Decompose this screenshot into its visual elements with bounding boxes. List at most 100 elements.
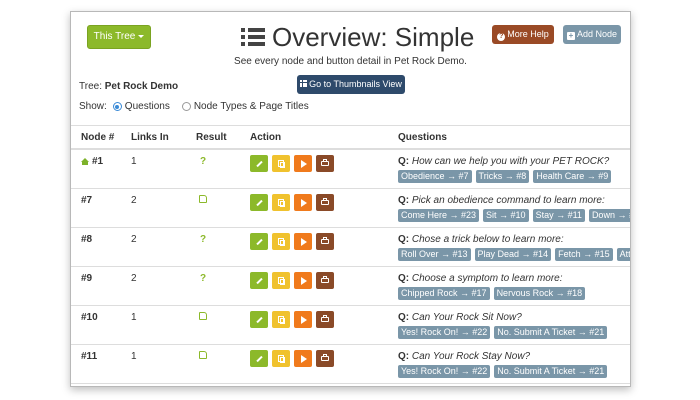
answer-option-button[interactable]: Stay → #11 bbox=[532, 209, 585, 222]
links-in-cell: 2 bbox=[131, 227, 196, 267]
print-icon bbox=[321, 237, 329, 244]
answer-option-button[interactable]: Nervous Rock → #18 bbox=[493, 287, 586, 300]
answer-option-button[interactable]: No. Submit A Ticket → #21 bbox=[494, 365, 608, 378]
show-toggle: Show: Questions Node Types & Page Titles bbox=[79, 101, 309, 112]
print-button[interactable] bbox=[316, 194, 334, 211]
print-icon bbox=[321, 276, 329, 283]
result-cell: ? bbox=[196, 227, 250, 267]
edit-button[interactable] bbox=[250, 155, 268, 172]
answer-option-button[interactable]: Yes! Rock On! → #22 bbox=[398, 326, 491, 339]
links-in-value: 1 bbox=[131, 312, 137, 323]
radio-questions[interactable] bbox=[112, 102, 122, 111]
answer-option-button[interactable]: Yes! Rock On! → #22 bbox=[398, 365, 491, 378]
answer-option-button[interactable]: Come Here → #23 bbox=[398, 209, 480, 222]
radio-node-types[interactable] bbox=[181, 102, 191, 111]
node-id[interactable]: #8 bbox=[81, 234, 92, 245]
copy-icon bbox=[278, 316, 285, 324]
play-button[interactable] bbox=[294, 350, 312, 367]
col-links-in: Links In bbox=[131, 125, 196, 150]
node-id[interactable]: #1 bbox=[92, 156, 103, 167]
print-button[interactable] bbox=[316, 233, 334, 250]
table-row: #11 1 Q: Can Your Rock Stay Now? Yes! Rock … bbox=[71, 344, 630, 384]
node-cell: #8 bbox=[71, 227, 131, 267]
edit-button[interactable] bbox=[250, 272, 268, 289]
copy-button[interactable] bbox=[272, 272, 290, 289]
play-button[interactable] bbox=[294, 272, 312, 289]
add-node-button[interactable]: + Add Node bbox=[563, 25, 621, 44]
grid-icon bbox=[300, 80, 308, 87]
this-tree-dropdown[interactable]: This Tree bbox=[87, 25, 151, 49]
radio-node-types-label[interactable]: Node Types & Page Titles bbox=[194, 101, 309, 112]
more-help-button[interactable]: ? More Help bbox=[492, 25, 554, 44]
print-button[interactable] bbox=[316, 311, 334, 328]
print-button[interactable] bbox=[316, 155, 334, 172]
node-id[interactable]: #10 bbox=[81, 312, 98, 323]
links-in-cell: 1 bbox=[131, 344, 196, 384]
tree-label-value: Pet Rock Demo bbox=[104, 81, 179, 92]
copy-button[interactable] bbox=[272, 155, 290, 172]
show-label: Show: bbox=[79, 101, 107, 112]
copy-button[interactable] bbox=[272, 350, 290, 367]
print-button[interactable] bbox=[316, 350, 334, 367]
thumbnails-view-label: Go to Thumbnails View bbox=[309, 79, 402, 89]
edit-button[interactable] bbox=[250, 194, 268, 211]
node-id[interactable]: #7 bbox=[81, 195, 92, 206]
node-id[interactable]: #9 bbox=[81, 273, 92, 284]
answer-option-button[interactable]: Roll Over → #13 bbox=[398, 248, 471, 261]
answer-option-button[interactable]: Play Dead → #14 bbox=[474, 248, 552, 261]
copy-icon bbox=[278, 199, 285, 207]
question-prefix: Q: bbox=[398, 195, 410, 206]
action-cell bbox=[250, 344, 398, 384]
table-row: #9 2? Q: Choose a symptom to learn more: Ch… bbox=[71, 266, 630, 306]
links-in-value: 2 bbox=[131, 234, 137, 245]
add-node-label: Add Node bbox=[576, 29, 618, 39]
pencil-icon bbox=[255, 160, 263, 167]
play-button[interactable] bbox=[294, 311, 312, 328]
copy-icon bbox=[278, 238, 285, 246]
question-text: Pick an obedience command to learn more: bbox=[411, 195, 605, 206]
nodes-table: Node # Links In Result Action Questions … bbox=[71, 125, 630, 384]
col-action: Action bbox=[250, 125, 398, 150]
table-row: #10 1 Q: Can Your Rock Sit Now? Yes! Rock O… bbox=[71, 305, 630, 345]
home-icon bbox=[81, 158, 89, 165]
question-cell: Q: Chose a trick below to learn more: Rol… bbox=[398, 227, 630, 267]
question-text: Can Your Rock Sit Now? bbox=[411, 312, 522, 323]
play-button[interactable] bbox=[294, 155, 312, 172]
edit-button[interactable] bbox=[250, 233, 268, 250]
caret-down-icon bbox=[138, 34, 145, 38]
question-cell: Q: Choose a symptom to learn more: Chippe… bbox=[398, 266, 630, 306]
print-icon bbox=[321, 198, 329, 205]
edit-button[interactable] bbox=[250, 311, 268, 328]
result-cell: ? bbox=[196, 149, 250, 189]
edit-button[interactable] bbox=[250, 350, 268, 367]
play-button[interactable] bbox=[294, 194, 312, 211]
thumbnails-view-button[interactable]: Go to Thumbnails View bbox=[297, 75, 405, 94]
answer-option-button[interactable]: Obedience → #7 bbox=[398, 170, 472, 183]
answer-option-button[interactable]: No. Submit A Ticket → #21 bbox=[494, 326, 608, 339]
answer-option-button[interactable]: Tricks → #8 bbox=[475, 170, 530, 183]
more-help-label: More Help bbox=[507, 29, 549, 39]
copy-button[interactable] bbox=[272, 194, 290, 211]
answer-option-button[interactable]: Down → #12 bbox=[588, 209, 630, 222]
result-cell bbox=[196, 188, 250, 228]
print-button[interactable] bbox=[316, 272, 334, 289]
node-id[interactable]: #11 bbox=[81, 351, 97, 362]
answer-option-button[interactable]: Chipped Rock → #17 bbox=[398, 287, 490, 300]
tree-label-prefix: Tree: bbox=[79, 81, 102, 92]
answer-option-button[interactable]: Attack → #16 bbox=[616, 248, 630, 261]
answer-option-button[interactable]: Health Care → #9 bbox=[533, 170, 612, 183]
table-row: #7 2 Q: Pick an obedience command to learn… bbox=[71, 188, 630, 228]
question-cell: Q: Can Your Rock Sit Now? Yes! Rock On! →… bbox=[398, 305, 630, 345]
radio-questions-label[interactable]: Questions bbox=[125, 101, 170, 112]
copy-button[interactable] bbox=[272, 233, 290, 250]
play-button[interactable] bbox=[294, 233, 312, 250]
answer-option-button[interactable]: Fetch → #15 bbox=[555, 248, 613, 261]
links-in-value: 2 bbox=[131, 195, 137, 206]
answer-option-button[interactable]: Sit → #10 bbox=[483, 209, 529, 222]
col-questions: Questions bbox=[398, 125, 630, 150]
result-cell bbox=[196, 344, 250, 384]
print-icon bbox=[321, 315, 329, 322]
pencil-icon bbox=[255, 277, 263, 284]
question-prefix: Q: bbox=[398, 273, 410, 284]
copy-button[interactable] bbox=[272, 311, 290, 328]
